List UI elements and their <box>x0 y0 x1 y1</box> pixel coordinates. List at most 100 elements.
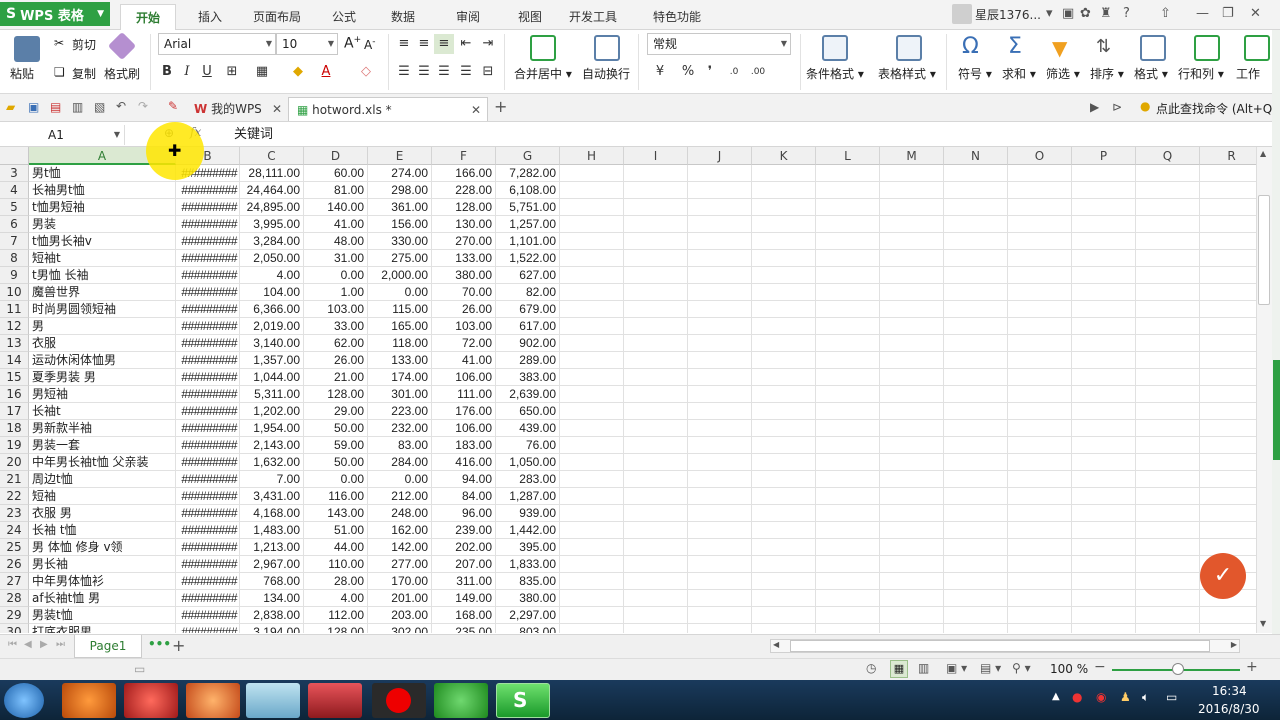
cell-d[interactable]: 62.00 <box>304 335 368 352</box>
cell-e[interactable]: 274.00 <box>368 165 432 182</box>
cell-e[interactable]: 165.00 <box>368 318 432 335</box>
cell-empty[interactable] <box>880 488 944 505</box>
row-header[interactable]: 27 <box>0 573 29 590</box>
cell-f[interactable]: 416.00 <box>432 454 496 471</box>
tab-menu-1[interactable]: 插入 <box>188 4 232 30</box>
cell-empty[interactable] <box>624 199 688 216</box>
cell-empty[interactable] <box>688 403 752 420</box>
cell-empty[interactable] <box>752 471 816 488</box>
cell-a[interactable]: 打底衣服男 <box>29 624 176 633</box>
cell-empty[interactable] <box>1200 454 1256 471</box>
cell-empty[interactable] <box>560 182 624 199</box>
cell-empty[interactable] <box>1136 233 1200 250</box>
new-tab-icon[interactable]: + <box>494 97 507 116</box>
cell-empty[interactable] <box>1072 335 1136 352</box>
cell-empty[interactable] <box>688 454 752 471</box>
row-header[interactable]: 18 <box>0 420 29 437</box>
cell-empty[interactable] <box>560 539 624 556</box>
first-sheet-icon[interactable]: ⏮ <box>8 639 17 650</box>
cell-empty[interactable] <box>1072 267 1136 284</box>
cell-empty[interactable] <box>688 199 752 216</box>
cell-f[interactable]: 183.00 <box>432 437 496 454</box>
cell-empty[interactable] <box>688 165 752 182</box>
save-icon[interactable]: ▣ <box>28 100 39 114</box>
column-header-m[interactable]: M <box>880 147 944 165</box>
cell-empty[interactable] <box>816 335 880 352</box>
cell-a[interactable]: 时尚男圆领短袖 <box>29 301 176 318</box>
row-header[interactable]: 3 <box>0 165 29 182</box>
cell-empty[interactable] <box>816 301 880 318</box>
cell-b[interactable]: ######### <box>176 267 240 284</box>
tray-app-icon[interactable]: ◉ <box>1096 690 1106 704</box>
cell-d[interactable]: 110.00 <box>304 556 368 573</box>
cell-c[interactable]: 1,213.00 <box>240 539 304 556</box>
cell-e[interactable]: 174.00 <box>368 369 432 386</box>
cell-f[interactable]: 94.00 <box>432 471 496 488</box>
cell-empty[interactable] <box>816 556 880 573</box>
cell-empty[interactable] <box>1008 216 1072 233</box>
cell-c[interactable]: 4,168.00 <box>240 505 304 522</box>
cell-d[interactable]: 29.00 <box>304 403 368 420</box>
cell-g[interactable]: 1,257.00 <box>496 216 560 233</box>
cell-empty[interactable] <box>624 539 688 556</box>
cell-empty[interactable] <box>688 369 752 386</box>
cell-a[interactable]: t恤男长袖v <box>29 233 176 250</box>
filter-icon[interactable]: ▼ <box>1052 36 1067 60</box>
cell-f[interactable]: 235.00 <box>432 624 496 633</box>
cell-empty[interactable] <box>1136 335 1200 352</box>
row-header[interactable]: 25 <box>0 539 29 556</box>
cell-empty[interactable] <box>1136 199 1200 216</box>
cell-d[interactable]: 81.00 <box>304 182 368 199</box>
decrease-decimal-icon[interactable]: .00 <box>748 62 768 82</box>
cell-b[interactable]: ######### <box>176 522 240 539</box>
zoom-level[interactable]: 100 % <box>1050 662 1088 676</box>
cell-f[interactable]: 149.00 <box>432 590 496 607</box>
tab-menu-2[interactable]: 页面布局 <box>244 4 310 30</box>
cell-c[interactable]: 1,483.00 <box>240 522 304 539</box>
cell-empty[interactable] <box>944 454 1008 471</box>
merge-center-icon[interactable] <box>530 35 556 61</box>
cell-empty[interactable] <box>1200 471 1256 488</box>
cell-empty[interactable] <box>1008 522 1072 539</box>
start-button[interactable] <box>4 683 44 718</box>
cell-empty[interactable] <box>944 471 1008 488</box>
cell-empty[interactable] <box>880 250 944 267</box>
cell-empty[interactable] <box>816 284 880 301</box>
cell-b[interactable]: ######### <box>176 182 240 199</box>
cell-empty[interactable] <box>1008 301 1072 318</box>
cell-empty[interactable] <box>1200 505 1256 522</box>
pdf-icon[interactable]: ▤ <box>50 100 61 114</box>
format-painter-icon[interactable] <box>107 31 137 61</box>
cell-empty[interactable] <box>560 199 624 216</box>
cell-a[interactable]: 男短袖 <box>29 386 176 403</box>
cell-c[interactable]: 2,838.00 <box>240 607 304 624</box>
cell-empty[interactable] <box>560 386 624 403</box>
row-header[interactable]: 23 <box>0 505 29 522</box>
cell-empty[interactable] <box>688 607 752 624</box>
cell-a[interactable]: 男 <box>29 318 176 335</box>
cell-empty[interactable] <box>880 182 944 199</box>
cell-f[interactable]: 207.00 <box>432 556 496 573</box>
column-header-q[interactable]: Q <box>1136 147 1200 165</box>
cell-empty[interactable] <box>752 216 816 233</box>
cell-empty[interactable] <box>816 233 880 250</box>
history-icon[interactable]: ◷ <box>866 661 876 675</box>
cell-b[interactable]: ######### <box>176 573 240 590</box>
rows-cols-icon[interactable] <box>1194 35 1220 61</box>
redo-icon[interactable]: ↷ <box>138 99 148 113</box>
prev-sheet-icon[interactable]: ◀ <box>24 639 32 650</box>
cell-empty[interactable] <box>560 505 624 522</box>
cell-empty[interactable] <box>624 250 688 267</box>
cell-empty[interactable] <box>1008 624 1072 633</box>
cell-empty[interactable] <box>816 624 880 633</box>
cell-empty[interactable] <box>1136 437 1200 454</box>
cell-empty[interactable] <box>1136 556 1200 573</box>
cell-empty[interactable] <box>816 165 880 182</box>
column-header-f[interactable]: F <box>432 147 496 165</box>
cell-empty[interactable] <box>880 335 944 352</box>
cell-empty[interactable] <box>816 539 880 556</box>
cell-empty[interactable] <box>1072 573 1136 590</box>
cell-empty[interactable] <box>624 420 688 437</box>
cell-b[interactable]: ######### <box>176 386 240 403</box>
cell-empty[interactable] <box>752 267 816 284</box>
